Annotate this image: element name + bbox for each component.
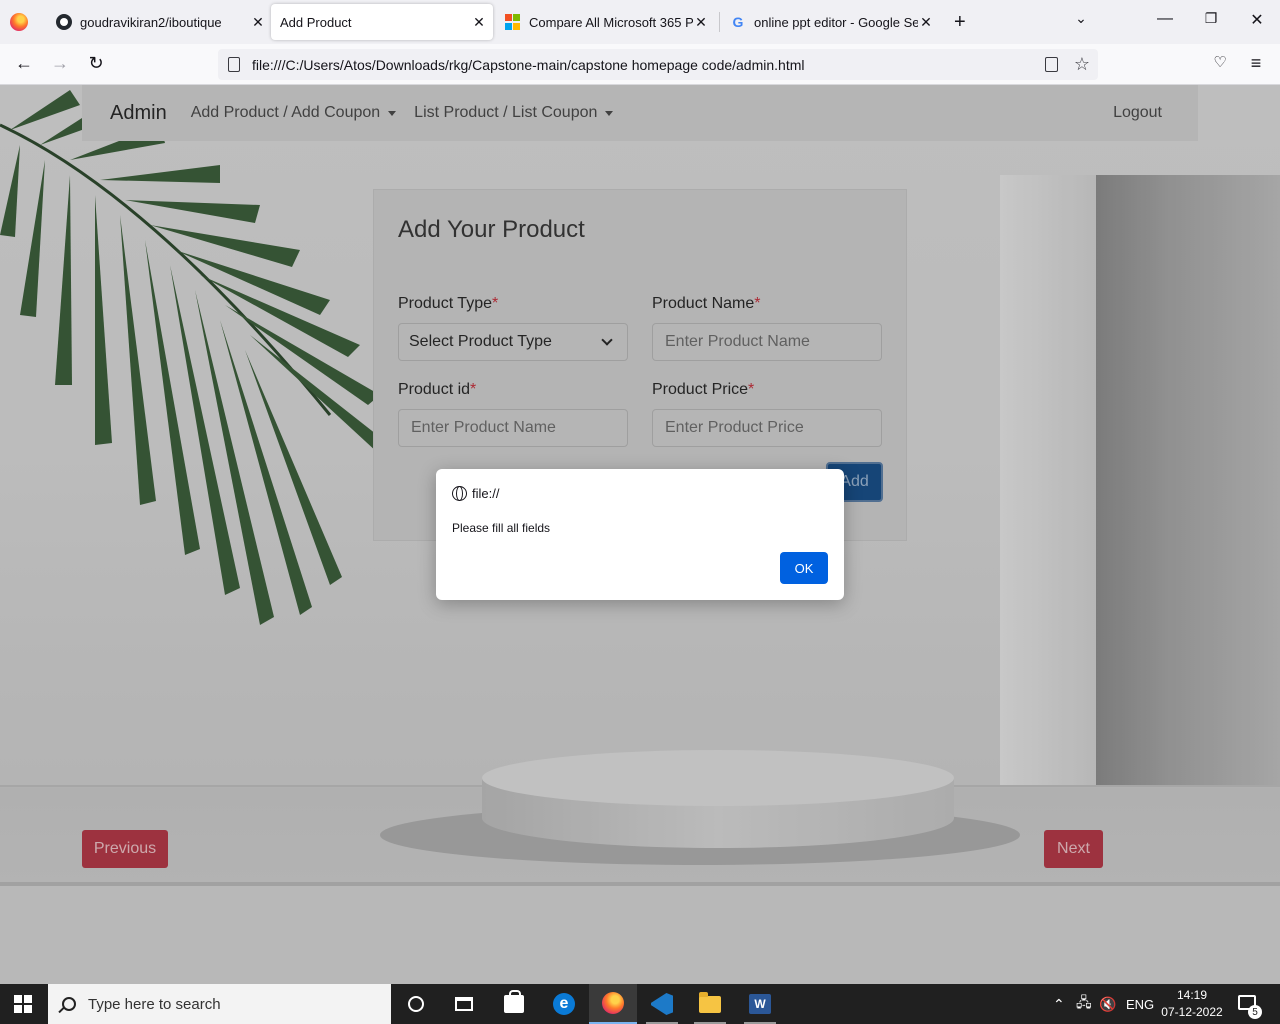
- search-icon: [62, 997, 76, 1011]
- back-icon[interactable]: ←: [12, 53, 36, 74]
- tab-github[interactable]: goudravikiran2/iboutique ✕: [52, 4, 266, 40]
- edge-icon[interactable]: e: [540, 984, 588, 1024]
- tab-microsoft[interactable]: Compare All Microsoft 365 Plans ✕: [505, 4, 709, 40]
- page-viewport: Admin Add Product / Add Coupon List Prod…: [0, 85, 1280, 984]
- tab-title: online ppt editor - Google Search: [754, 14, 918, 30]
- windows-taskbar: Type here to search e W ⌃ 🖧 🔇 ENG 14:19 …: [0, 984, 1280, 1024]
- page-icon: [228, 57, 240, 72]
- notification-count-badge: 5: [1248, 1005, 1262, 1019]
- clock-time: 14:19: [1176, 988, 1208, 1002]
- github-icon: [56, 14, 72, 30]
- firefox-taskbar-icon[interactable]: [589, 984, 637, 1024]
- tab-google[interactable]: G online ppt editor - Google Search ✕: [730, 4, 934, 40]
- tab-divider: [719, 12, 720, 32]
- tab-add-product[interactable]: Add Product ✕: [271, 4, 493, 40]
- reader-view-icon[interactable]: [1044, 57, 1058, 72]
- browser-toolbar: ← → ↻ file:///C:/Users/Atos/Downloads/rk…: [0, 44, 1280, 85]
- pocket-icon[interactable]: ♡: [1208, 53, 1232, 71]
- alert-dialog: file:// Please fill all fields OK: [436, 469, 844, 600]
- tab-title: Add Product: [280, 14, 352, 30]
- restore-icon[interactable]: ❐: [1199, 10, 1223, 27]
- cortana-icon[interactable]: [392, 984, 440, 1024]
- search-placeholder: Type here to search: [88, 995, 221, 1013]
- reload-icon[interactable]: ↻: [84, 53, 108, 74]
- language-indicator[interactable]: ENG: [1126, 984, 1154, 1024]
- address-bar[interactable]: file:///C:/Users/Atos/Downloads/rkg/Caps…: [218, 49, 1098, 80]
- firefox-menu-icon[interactable]: [10, 13, 28, 31]
- tab-title: goudravikiran2/iboutique: [80, 14, 222, 30]
- google-icon: G: [732, 14, 744, 30]
- windows-start-icon[interactable]: [14, 995, 32, 1013]
- browser-tab-bar: goudravikiran2/iboutique ✕ Add Product ✕…: [0, 0, 1280, 44]
- clock-date: 07-12-2022: [1161, 1005, 1223, 1019]
- close-tab-icon[interactable]: ✕: [250, 14, 266, 31]
- microsoft-icon: [505, 14, 521, 30]
- url-text: file:///C:/Users/Atos/Downloads/rkg/Caps…: [252, 56, 805, 73]
- tab-title: Compare All Microsoft 365 Plans: [529, 14, 693, 30]
- new-tab-icon[interactable]: +: [954, 11, 966, 34]
- network-icon[interactable]: 🖧: [1076, 984, 1092, 1024]
- minimize-icon[interactable]: —: [1153, 10, 1177, 28]
- close-window-icon[interactable]: ✕: [1245, 10, 1269, 30]
- vscode-icon[interactable]: [638, 984, 686, 1024]
- task-view-icon[interactable]: [440, 984, 488, 1024]
- taskbar-search-box[interactable]: Type here to search: [48, 984, 391, 1024]
- taskbar-clock[interactable]: 14:19 07-12-2022: [1160, 987, 1224, 1021]
- list-all-tabs-icon[interactable]: ⌄: [1069, 10, 1093, 27]
- microsoft-store-icon[interactable]: [490, 984, 538, 1024]
- hamburger-menu-icon[interactable]: ≡: [1244, 53, 1268, 74]
- dialog-origin: file://: [452, 486, 499, 501]
- close-tab-icon[interactable]: ✕: [693, 14, 709, 31]
- file-explorer-icon[interactable]: [686, 984, 734, 1024]
- word-icon[interactable]: W: [736, 984, 784, 1024]
- globe-icon: [452, 486, 467, 501]
- dialog-message: Please fill all fields: [452, 521, 551, 535]
- bookmark-star-icon[interactable]: ☆: [1074, 54, 1090, 75]
- forward-icon[interactable]: →: [48, 53, 72, 74]
- dialog-origin-text: file://: [472, 486, 500, 501]
- show-hidden-icons-icon[interactable]: ⌃: [1053, 984, 1065, 1024]
- close-tab-icon[interactable]: ✕: [471, 14, 487, 31]
- ok-button[interactable]: OK: [780, 552, 828, 584]
- close-tab-icon[interactable]: ✕: [918, 14, 934, 31]
- volume-muted-icon[interactable]: 🔇: [1099, 984, 1116, 1024]
